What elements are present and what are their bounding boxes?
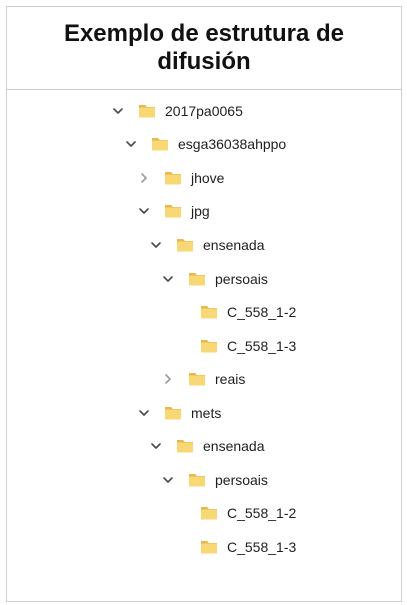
folder-tree: 2017pa0065 esga36038ahppo jhove jpg ense… [7,7,401,601]
tree-node-label: C_558_1-3 [227,539,297,555]
chevron-down-icon[interactable] [111,104,125,118]
tree-node-label: jhove [191,170,225,186]
chevron-down-icon[interactable] [149,238,163,252]
chevron-down-icon[interactable] [161,272,175,286]
folder-icon [187,369,207,389]
chevron-right-icon[interactable] [161,372,175,386]
folder-icon [163,201,183,221]
folder-icon [175,235,195,255]
folder-icon [175,436,195,456]
folder-icon [199,537,219,557]
tree-node-c-558-1-3-b[interactable]: C_558_1-3 [173,535,296,559]
tree-node-persoais[interactable]: persoais [161,267,268,291]
tree-node-c-558-1-3[interactable]: C_558_1-3 [173,334,296,358]
tree-node-label: esga36038ahppo [178,136,287,152]
tree-node-reais[interactable]: reais [161,367,245,391]
folder-icon [137,101,157,121]
chevron-down-icon[interactable] [137,406,151,420]
tree-node-persoais-2[interactable]: persoais [161,468,268,492]
tree-node-c-558-1-2-b[interactable]: C_558_1-2 [173,501,296,525]
chevron-down-icon[interactable] [161,473,175,487]
tree-node-label: C_558_1-2 [227,304,297,320]
tree-node-ensenada-2[interactable]: ensenada [149,434,265,458]
chevron-down-icon[interactable] [149,439,163,453]
tree-node-label: ensenada [203,438,265,454]
chevron-right-icon[interactable] [137,171,151,185]
tree-node-mets[interactable]: mets [137,401,221,425]
folder-icon [199,302,219,322]
tree-node-c-558-1-2[interactable]: C_558_1-2 [173,300,296,324]
tree-node-label: ensenada [203,237,265,253]
tree-node-jhove[interactable]: jhove [137,166,224,190]
folder-icon [150,134,170,154]
tree-node-jpg[interactable]: jpg [137,199,210,223]
tree-node-label: persoais [215,271,268,287]
chevron-none [173,506,187,520]
chevron-down-icon[interactable] [124,137,138,151]
tree-node-label: C_558_1-2 [227,505,297,521]
tree-node-ensenada[interactable]: ensenada [149,233,265,257]
chevron-down-icon[interactable] [137,204,151,218]
diagram-frame: Exemplo de estrutura de difusión 2017pa0… [6,6,402,602]
folder-icon [187,269,207,289]
folder-icon [187,470,207,490]
chevron-none [173,305,187,319]
tree-node-2017pa0065[interactable]: 2017pa0065 [111,99,243,123]
chevron-none [173,339,187,353]
tree-node-label: mets [191,405,222,421]
folder-icon [199,336,219,356]
tree-node-label: persoais [215,472,268,488]
tree-node-label: 2017pa0065 [165,103,243,119]
folder-icon [163,168,183,188]
folder-icon [163,403,183,423]
tree-node-label: C_558_1-3 [227,338,297,354]
folder-icon [199,503,219,523]
chevron-none [173,540,187,554]
tree-node-esga36038ahppo[interactable]: esga36038ahppo [124,132,286,156]
tree-node-label: jpg [191,203,210,219]
tree-node-label: reais [215,371,246,387]
